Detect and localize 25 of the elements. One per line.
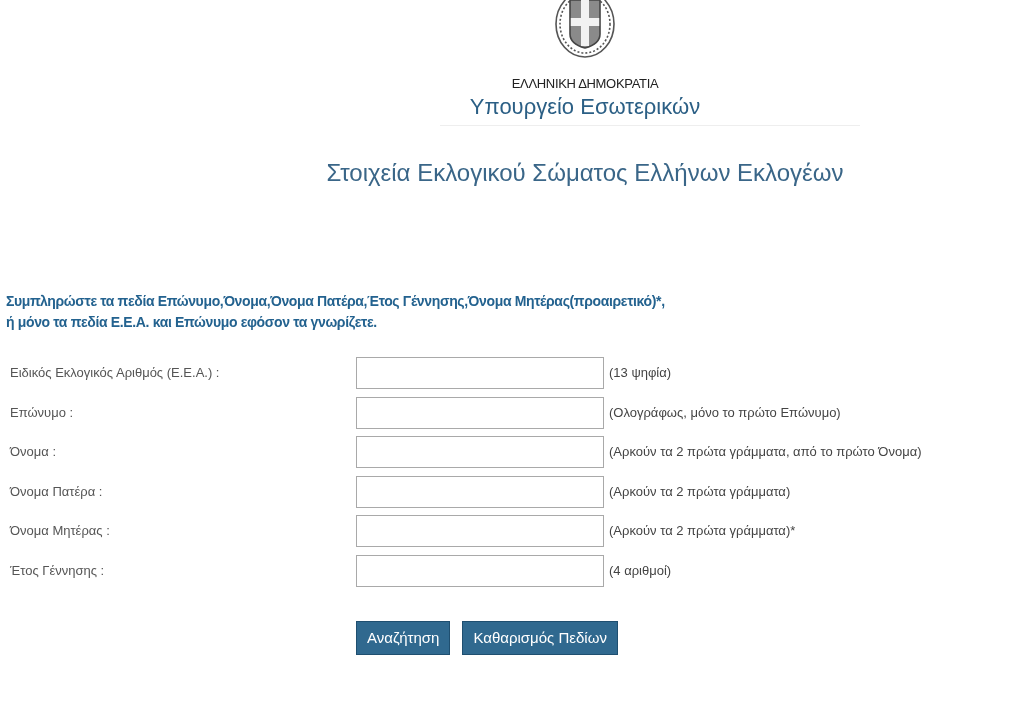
page-title: Στοιχεία Εκλογικού Σώματος Ελλήνων Εκλογέων bbox=[326, 158, 844, 188]
field-hint: (Αρκούν τα 2 πρώτα γράμματα) bbox=[609, 482, 791, 501]
instruction-text: Συμπληρώστε τα πεδία Επώνυμο,Όνομα,Όνομα Πατέρα,Έτος Γέννησης,Όνομα Μητέρας(προαιρετικό)*, bbox=[6, 292, 666, 311]
input-field[interactable] bbox=[356, 396, 604, 429]
field-hint: (13 ψηφία) bbox=[609, 364, 672, 383]
field-hint: (Αρκούν τα 2 πρώτα γράμματα, από το πρώτο Όνομα) bbox=[609, 443, 922, 462]
field-label: Όνομα Πατέρα : bbox=[10, 482, 104, 501]
field-label: Επώνυμο : bbox=[10, 403, 75, 422]
field-label: Όνομα : bbox=[10, 443, 58, 462]
clear-fields-button[interactable]: Καθαρισμός Πεδίων bbox=[462, 620, 618, 655]
search-button[interactable]: Αναζήτηση bbox=[356, 620, 451, 655]
field-hint: (Αρκούν τα 2 πρώτα γράμματα)* bbox=[609, 522, 796, 541]
field-hint: (4 αριθμοί) bbox=[609, 561, 672, 580]
input-field[interactable] bbox=[356, 554, 604, 587]
field-label: Όνομα Μητέρας : bbox=[10, 522, 111, 541]
input-field[interactable] bbox=[356, 515, 604, 547]
field-label: Έτος Γέννησης : bbox=[10, 561, 106, 580]
field-hint: (Ολογράφως, μόνο το πρώτο Επώνυμο) bbox=[609, 403, 841, 422]
ministry-name: Υπουργείο Εσωτερικών bbox=[469, 94, 701, 120]
instruction-text: ή μόνο τα πεδία Ε.Ε.Α. και Επώνυμο εφόσον τα γνωρίζετε. bbox=[6, 313, 378, 332]
field-label: Ειδικός Εκλογικός Αριθμός (Ε.Ε.Α.) : bbox=[10, 364, 221, 383]
input-field[interactable] bbox=[356, 357, 604, 389]
country-name: ΕΛΛΗΝΙΚΗ ΔΗΜΟΚΡΑΤΙΑ bbox=[511, 76, 659, 92]
input-field[interactable] bbox=[356, 436, 604, 468]
input-field[interactable] bbox=[356, 475, 604, 508]
